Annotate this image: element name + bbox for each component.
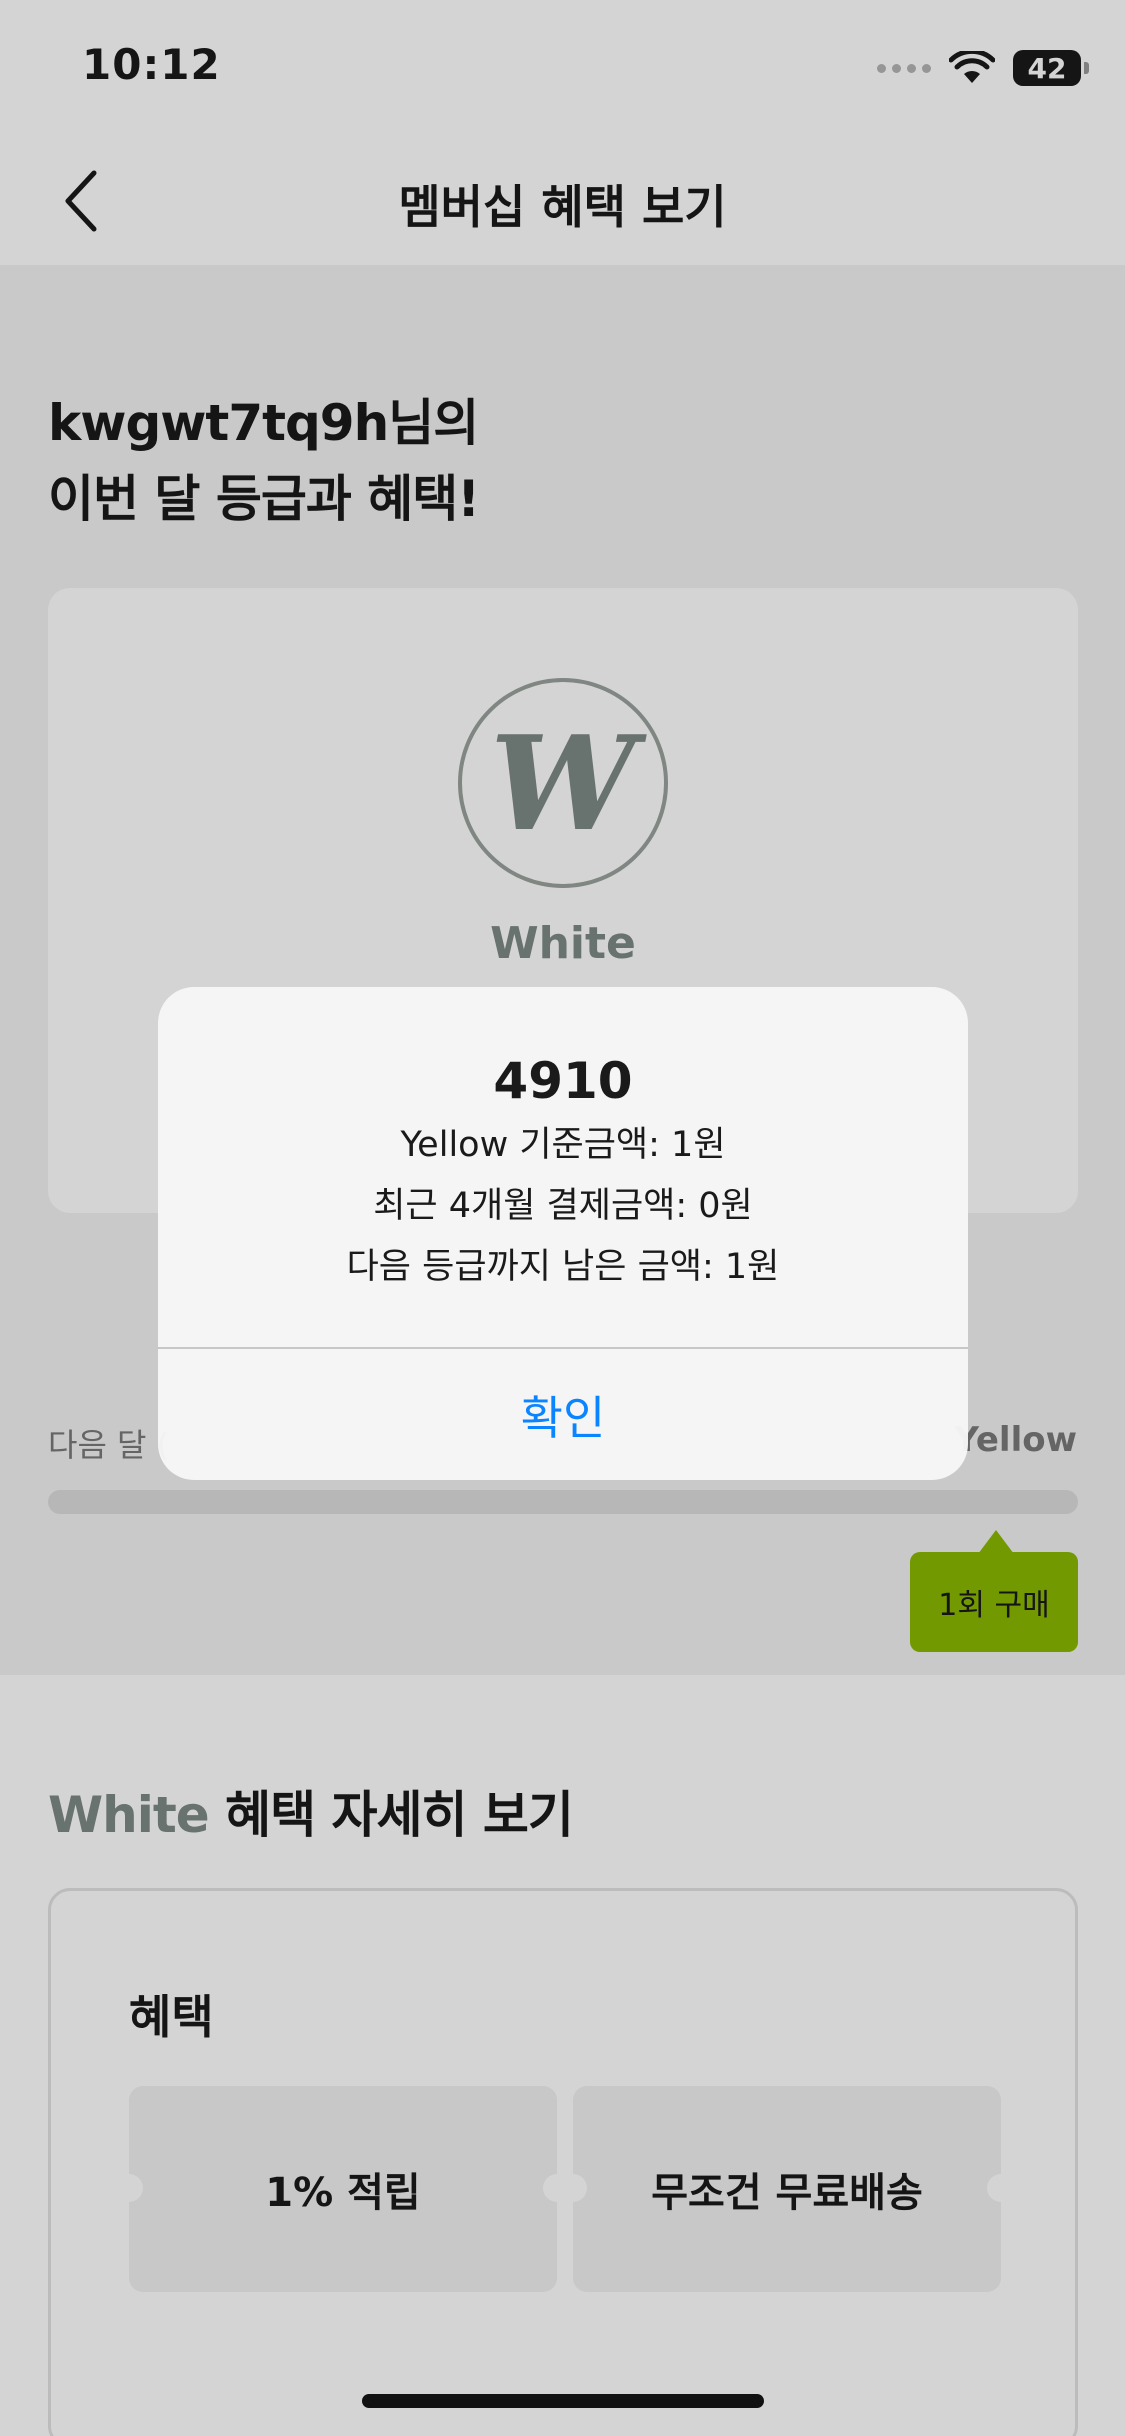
- membership-screen: 10:12 42 멤버십 혜택 보기 kwgwt7tq9h님의 이번 달 등급과…: [0, 0, 1125, 2436]
- home-indicator[interactable]: [362, 2394, 764, 2408]
- alert-line-recent-payment: 최근 4개월 결제금액: 0원: [373, 1186, 753, 1226]
- alert-dialog: 4910 Yellow 기준금액: 1원 최근 4개월 결제금액: 0원 다음 …: [158, 987, 968, 1480]
- alert-title: 4910: [493, 1052, 633, 1110]
- alert-message: Yellow 기준금액: 1원 최근 4개월 결제금액: 0원 다음 등급까지 …: [158, 1115, 968, 1298]
- alert-line-threshold: Yellow 기준금액: 1원: [400, 1125, 726, 1165]
- alert-confirm-button[interactable]: 확인: [158, 1349, 968, 1480]
- alert-line-remaining: 다음 등급까지 남은 금액: 1원: [346, 1247, 780, 1287]
